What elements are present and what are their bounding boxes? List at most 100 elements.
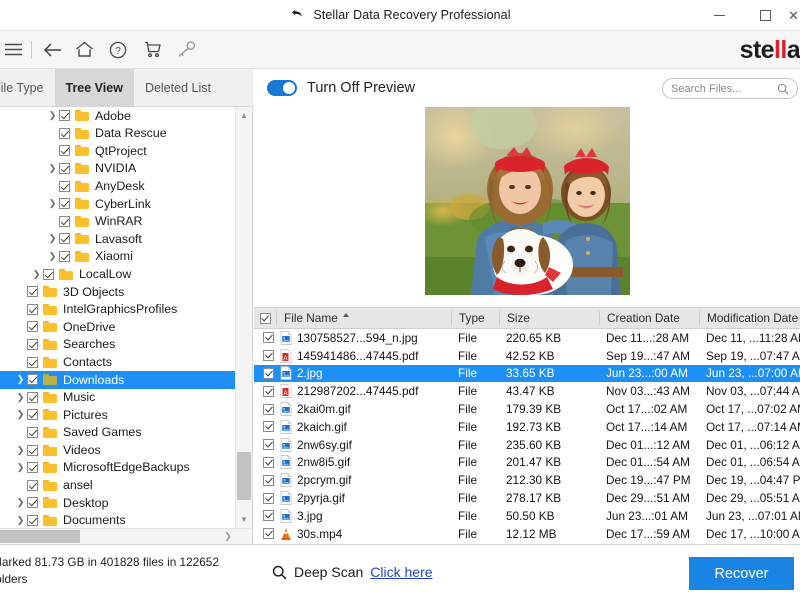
recover-button[interactable]: Recover [689,557,794,590]
tree-item-ansel[interactable]: ansel [0,476,236,494]
tree-item-checkbox[interactable] [59,180,70,192]
tree-item-checkbox[interactable] [27,374,38,386]
tree-item-documents[interactable]: ❯ Documents [0,512,236,528]
table-row[interactable]: 130758527...594_n.jpg File 220.65 KB Dec 11… [254,329,800,347]
expand-chevron-icon[interactable]: ❯ [46,251,59,262]
column-header-type[interactable]: Type [451,311,499,325]
row-checkbox[interactable] [254,510,276,522]
expand-chevron-icon[interactable]: ❯ [14,374,27,385]
tree-item-checkbox[interactable] [59,110,70,122]
row-checkbox[interactable] [254,350,276,362]
tree-item-checkbox[interactable] [27,303,38,315]
tree-item-xiaomi[interactable]: ❯ Xiaomi [0,248,236,266]
tree-item-locallow[interactable]: ❯ LocalLow [0,265,236,283]
tree-item-checkbox[interactable] [27,391,38,403]
row-checkbox[interactable] [254,332,276,344]
scrollbar-thumb[interactable] [237,452,251,500]
row-checkbox[interactable] [254,403,276,415]
row-checkbox[interactable] [254,439,276,451]
table-row[interactable]: 3.jpg File 50.50 KB Jun 23...:01 AM Jun 23, … [254,507,800,525]
tree-item-downloads[interactable]: ❯ Downloads [0,370,236,389]
tree-item-checkbox[interactable] [59,251,70,263]
tree-item-checkbox[interactable] [59,127,70,139]
table-row[interactable]: A 212987202...47445.pdf File 43.47 KB Nov 03… [254,382,800,400]
preview-toggle[interactable] [267,79,297,96]
tree-item-nvidia[interactable]: ❯ NVIDIA [0,160,236,178]
expand-chevron-icon[interactable]: ❯ [46,110,59,121]
expand-chevron-icon[interactable]: ❯ [14,515,27,526]
tree-item-checkbox[interactable] [59,145,70,157]
tree-vertical-scrollbar[interactable]: ▲ ▼ [235,107,252,528]
table-row[interactable]: 2kaich.gif File 192.73 KB Oct 17...:14 AM Oc… [254,418,800,436]
tree-item-data-rescue[interactable]: Data Rescue [0,125,236,143]
table-row[interactable]: 2nw8i5.gif File 201.47 KB Dec 01...:54 AM De… [254,454,800,472]
expand-chevron-icon[interactable]: ❯ [46,233,59,244]
expand-chevron-icon[interactable]: ❯ [14,445,27,456]
tree-horizontal-scrollbar[interactable]: ❯ [0,528,252,544]
expand-chevron-icon[interactable]: ❯ [46,163,59,174]
expand-chevron-icon[interactable]: ❯ [14,497,27,508]
tree-item-checkbox[interactable] [27,286,38,298]
cart-icon[interactable] [135,31,169,69]
column-header-creation-date[interactable]: Creation Date [599,311,699,325]
row-checkbox[interactable] [254,421,276,433]
tree-item-winrar[interactable]: WinRAR [0,213,236,231]
help-icon[interactable]: ? [101,31,135,69]
tree-item-microsoftedgebackups[interactable]: ❯ MicrosoftEdgeBackups [0,459,236,477]
tree-item-checkbox[interactable] [27,409,38,421]
back-arrow-icon[interactable] [37,31,67,69]
tree-item-3d-objects[interactable]: 3D Objects [0,283,236,301]
tree-item-checkbox[interactable] [27,514,38,526]
tree-item-checkbox[interactable] [59,198,70,210]
close-button[interactable]: ✕ [788,0,800,31]
row-checkbox[interactable] [254,492,276,504]
row-checkbox[interactable] [254,367,276,379]
tree-item-checkbox[interactable] [27,426,38,438]
tree-item-intelgraphicsprofiles[interactable]: IntelGraphicsProfiles [0,301,236,319]
tree-item-checkbox[interactable] [59,163,70,175]
tree-item-adobe[interactable]: ❯ Adobe [0,107,236,125]
key-icon[interactable] [169,31,203,69]
tree-item-checkbox[interactable] [27,339,38,351]
expand-chevron-icon[interactable]: ❯ [46,198,59,209]
tree-item-checkbox[interactable] [27,479,38,491]
tree-list[interactable]: ❯ Adobe Data Rescue QtProject ❯ NVIDIA AnyDesk… [0,107,236,528]
row-checkbox[interactable] [254,385,276,397]
table-row[interactable]: 30s.mp4 File 12.12 MB Dec 17...:59 AM Dec 17… [254,525,800,543]
tree-item-checkbox[interactable] [59,233,70,245]
expand-chevron-icon[interactable]: ❯ [14,409,27,420]
row-checkbox[interactable] [254,474,276,486]
scroll-right-arrow-icon[interactable]: ❯ [220,529,236,544]
row-checkbox[interactable] [254,528,276,540]
tree-item-pictures[interactable]: ❯ Pictures [0,406,236,424]
tree-item-videos[interactable]: ❯ Videos [0,441,236,459]
tree-item-checkbox[interactable] [27,444,38,456]
tree-item-onedrive[interactable]: OneDrive [0,318,236,336]
tree-item-checkbox[interactable] [27,321,38,333]
home-icon[interactable] [67,31,101,69]
column-header-modification-date[interactable]: Modification Date [699,311,800,325]
tree-item-lavasoft[interactable]: ❯ Lavasoft [0,230,236,248]
tab-file-type[interactable]: File Type [0,69,55,106]
expand-chevron-icon[interactable]: ❯ [14,462,27,473]
table-row[interactable]: 2nw6sy.gif File 235.60 KB Dec 01...:12 AM De… [254,436,800,454]
search-input[interactable] [671,82,777,95]
tree-item-anydesk[interactable]: AnyDesk [0,177,236,195]
scroll-up-arrow-icon[interactable]: ▲ [236,107,252,124]
tab-tree-view[interactable]: Tree View [54,69,134,106]
scroll-down-arrow-icon[interactable]: ▼ [236,511,252,528]
table-row[interactable]: 2pcrym.gif File 212.30 KB Dec 19...:47 PM De… [254,471,800,489]
tree-item-checkbox[interactable] [27,497,38,509]
maximize-button[interactable] [742,0,788,31]
select-all-checkbox[interactable] [254,312,276,324]
hscrollbar-thumb[interactable] [0,530,80,543]
table-row[interactable]: 2kai0m.gif File 179.39 KB Oct 17...:02 AM Oc… [254,400,800,418]
tree-item-checkbox[interactable] [59,215,70,227]
hamburger-menu-icon[interactable] [0,31,26,69]
search-files-box[interactable] [662,78,798,99]
tree-item-qtproject[interactable]: QtProject [0,142,236,160]
tree-item-checkbox[interactable] [27,462,38,474]
tree-item-saved-games[interactable]: Saved Games [0,424,236,442]
expand-chevron-icon[interactable]: ❯ [14,392,27,403]
tab-deleted-list[interactable]: Deleted List [134,69,222,106]
